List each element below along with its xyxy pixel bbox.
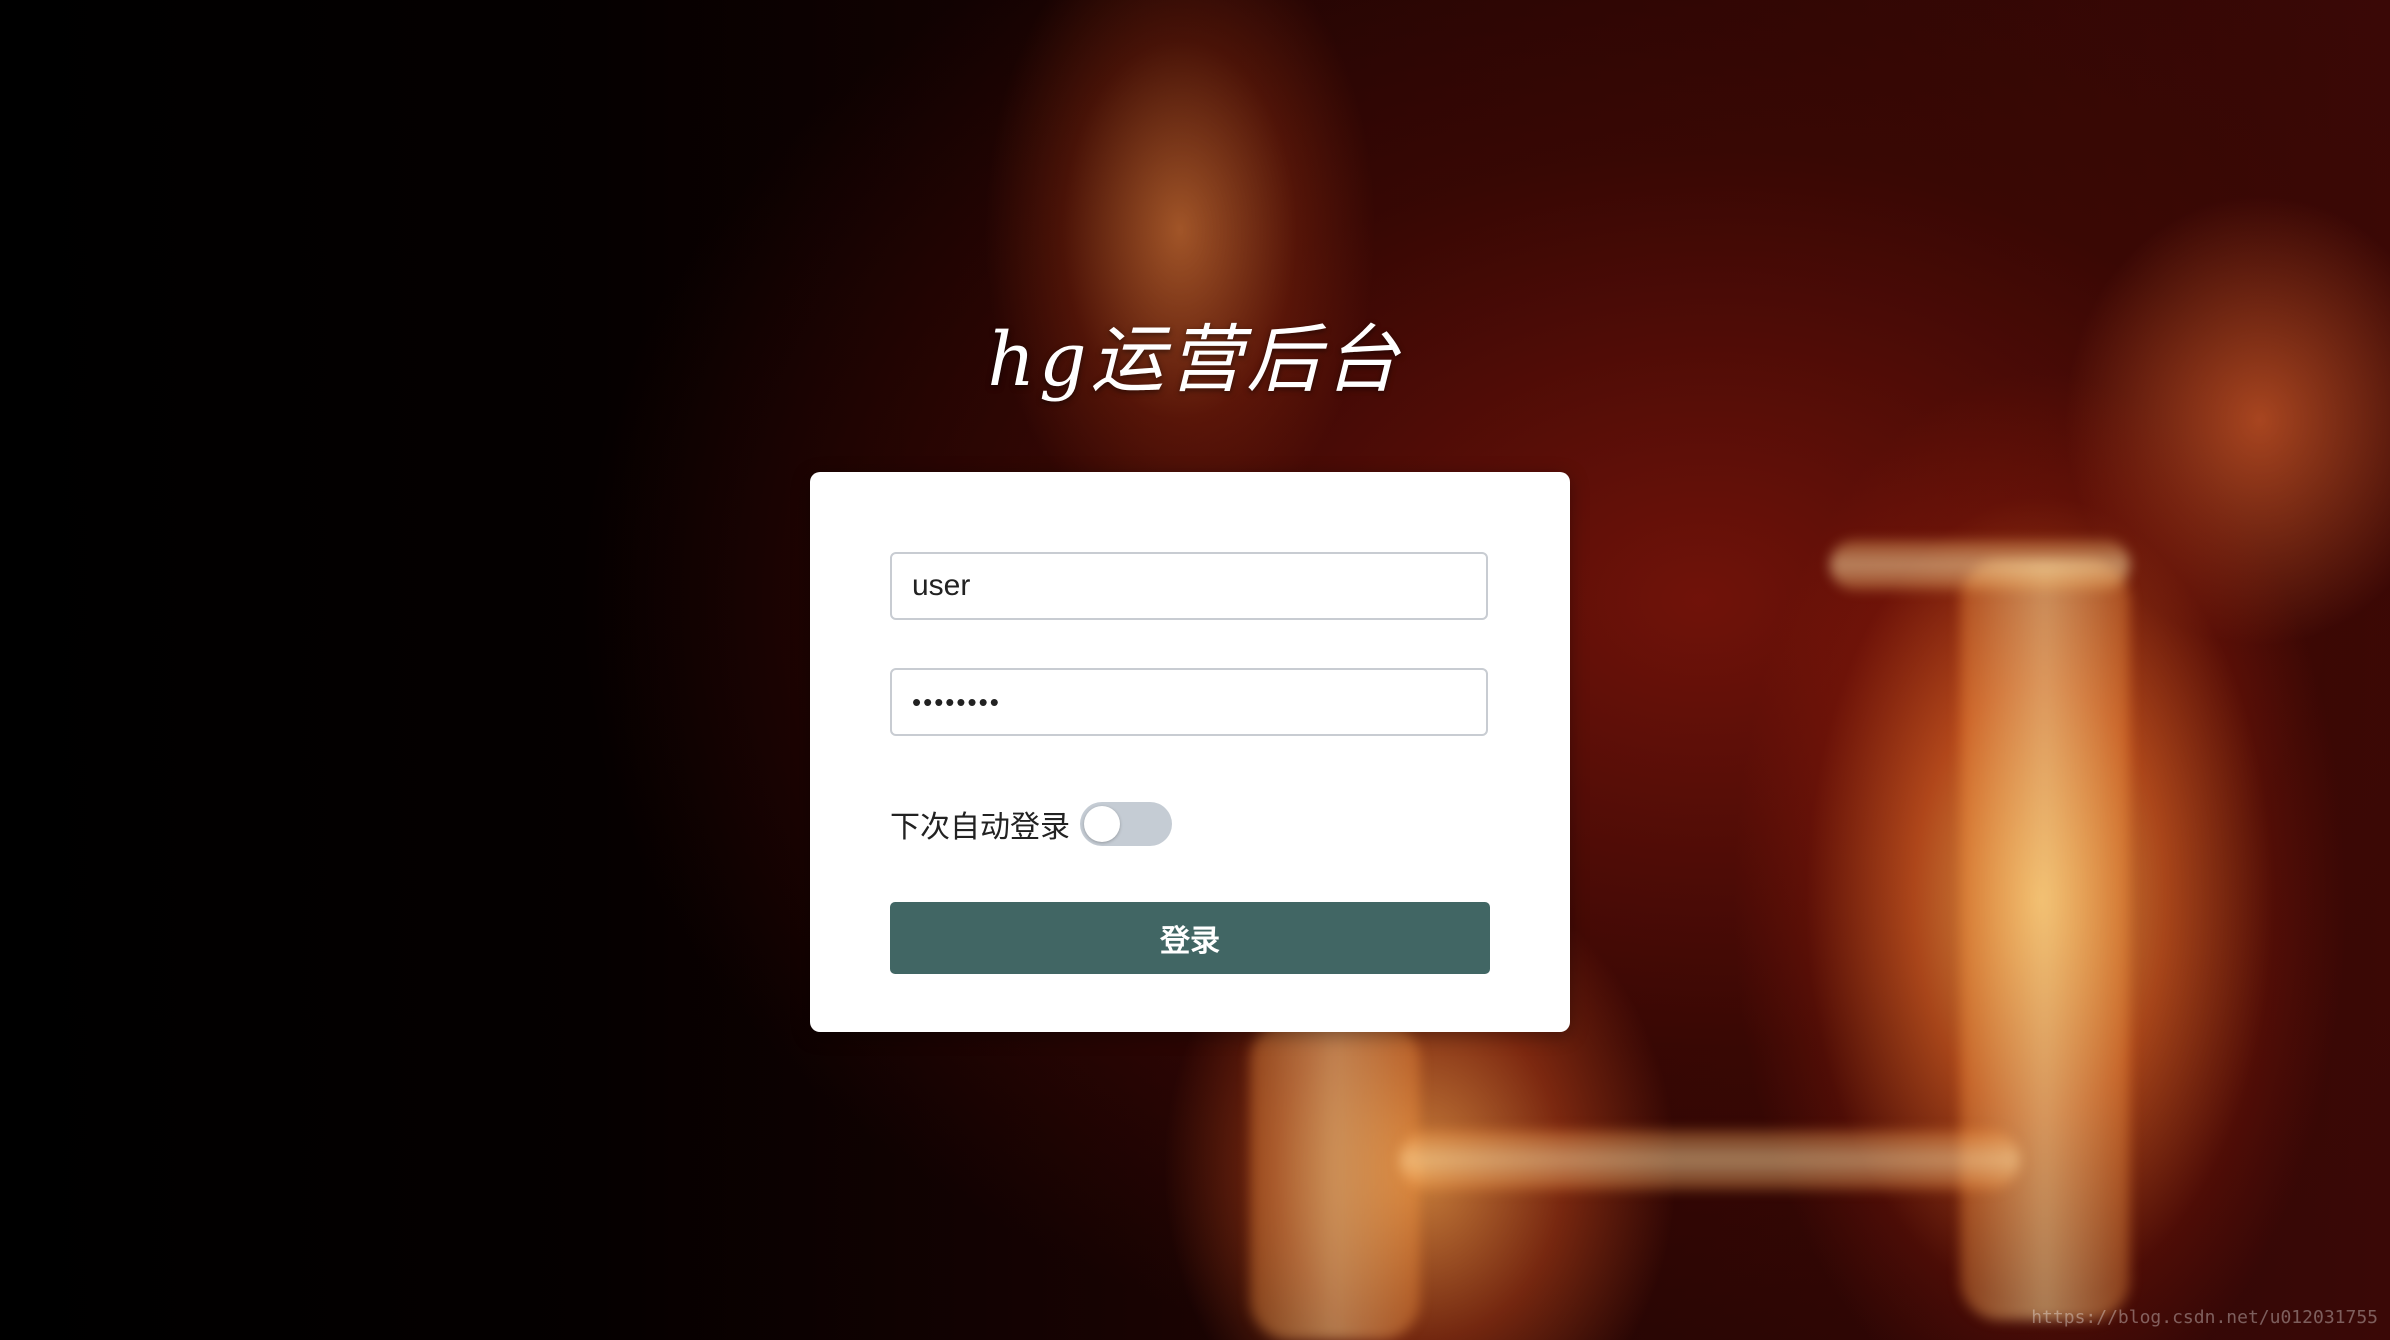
- flame-stroke-cross: [1400, 1130, 2020, 1190]
- login-button[interactable]: 登录: [890, 902, 1490, 974]
- watermark: https://blog.csdn.net/u012031755: [2031, 1307, 2378, 1328]
- flame-stroke-top: [1830, 540, 2130, 590]
- password-mask: ••••••••: [912, 686, 1001, 717]
- remember-label: 下次自动登录: [890, 811, 1070, 844]
- login-card: user •••••••• 下次自动登录 登录: [810, 472, 1570, 1032]
- username-field[interactable]: user: [890, 552, 1488, 620]
- username-value: user: [912, 569, 971, 602]
- remember-row: 下次自动登录: [890, 802, 1172, 846]
- flame-stroke-right: [1960, 560, 2130, 1320]
- password-field[interactable]: ••••••••: [890, 668, 1488, 736]
- flame-stroke-left: [1250, 1020, 1420, 1340]
- toggle-knob: [1084, 806, 1120, 842]
- page-title: hg运营后台: [987, 317, 1403, 403]
- remember-toggle[interactable]: [1080, 802, 1172, 846]
